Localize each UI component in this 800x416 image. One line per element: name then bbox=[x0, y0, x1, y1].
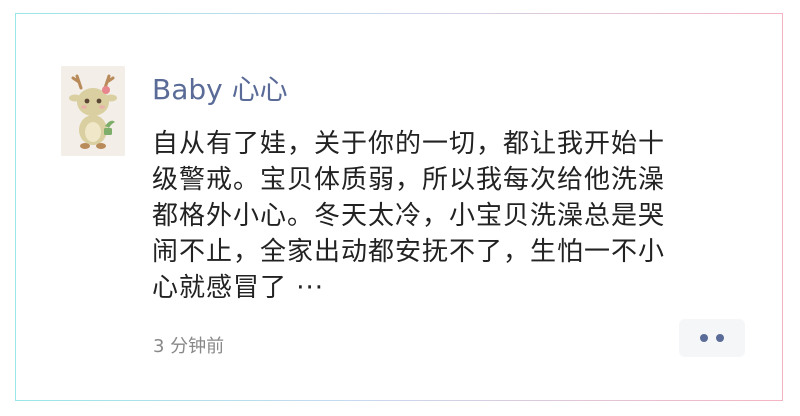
deer-avatar-icon bbox=[61, 66, 125, 156]
more-dots-icon bbox=[700, 334, 708, 342]
post-text-line: 闹不止，全家出动都安抚不了，生怕一不小 bbox=[152, 237, 666, 267]
more-options-button[interactable] bbox=[679, 319, 745, 357]
more-dots-icon bbox=[716, 334, 724, 342]
post-text-line: 心就感冒了 ··· bbox=[152, 273, 325, 303]
post-text: 自从有了娃，关于你的一切，都让我开始十 级警戒。宝贝体质弱，所以我每次给他洗澡 … bbox=[152, 126, 742, 306]
post-text-line: 级警戒。宝贝体质弱，所以我每次给他洗澡 bbox=[152, 165, 666, 195]
post-timestamp: 3 分钟前 bbox=[153, 336, 225, 357]
post-card: Baby 心心 自从有了娃，关于你的一切，都让我开始十 级警戒。宝贝体质弱，所以… bbox=[15, 13, 783, 401]
post-text-line: 都格外小心。冬天太冷，小宝贝洗澡总是哭 bbox=[152, 201, 666, 231]
avatar[interactable] bbox=[61, 66, 125, 156]
post-text-line: 自从有了娃，关于你的一切，都让我开始十 bbox=[152, 129, 666, 159]
author-name[interactable]: Baby 心心 bbox=[152, 70, 288, 110]
